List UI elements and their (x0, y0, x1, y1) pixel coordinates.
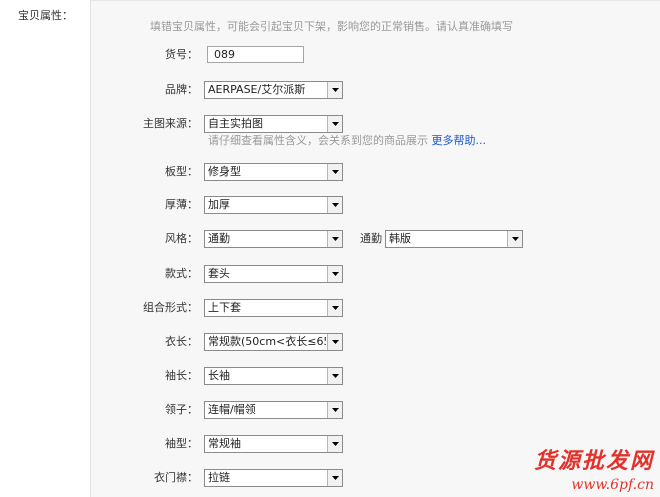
style-sub-select[interactable]: 韩版 (385, 230, 523, 248)
combination-value: 上下套 (208, 301, 241, 314)
sleeve-type-select[interactable]: 常规袖 (204, 435, 343, 453)
watermark-title: 货源批发网 (533, 448, 654, 474)
length-value: 常规款(50cm<衣长≤65cm) (208, 335, 326, 348)
chevron-down-icon (327, 116, 342, 132)
sleeve-length-select[interactable]: 长袖 (204, 367, 343, 385)
sleeve-type-value: 常规袖 (208, 437, 241, 450)
chevron-down-icon (327, 334, 342, 350)
section-label: 宝贝属性： (18, 9, 73, 22)
thickness-label: 厚薄： (165, 198, 198, 211)
fit-value: 修身型 (208, 165, 241, 178)
thickness-select[interactable]: 加厚 (204, 196, 343, 214)
chevron-down-icon (327, 300, 342, 316)
placket-label: 衣门襟： (154, 471, 198, 484)
chevron-down-icon (327, 82, 342, 98)
image-source-value: 自主实拍图 (208, 117, 263, 130)
more-help-link[interactable]: 更多帮助... (432, 134, 487, 147)
collar-select[interactable]: 连帽/帽领 (204, 401, 343, 419)
image-source-label: 主图来源： (143, 117, 198, 130)
brand-label: 品牌： (165, 83, 198, 96)
collar-label: 领子： (165, 403, 198, 416)
attributes-panel (90, 0, 660, 497)
placket-value: 拉链 (208, 471, 230, 484)
watermark: 货源批发网 www.6pf.cn (534, 443, 654, 493)
sleeve-type-label: 袖型： (165, 437, 198, 450)
chevron-down-icon (327, 436, 342, 452)
combination-select[interactable]: 上下套 (204, 299, 343, 317)
collar-value: 连帽/帽领 (208, 403, 256, 416)
thickness-value: 加厚 (208, 198, 230, 211)
brand-value: AERPASE/艾尔派斯 (208, 83, 306, 96)
watermark-url: www.6pf.cn (571, 477, 654, 493)
image-source-hint-text: 请仔细查看属性含义，会关系到您的商品展示 (208, 134, 428, 147)
chevron-down-icon (327, 402, 342, 418)
chevron-down-icon (507, 231, 522, 247)
image-source-select[interactable]: 自主实拍图 (204, 115, 343, 133)
design-select[interactable]: 套头 (204, 265, 343, 283)
placket-select[interactable]: 拉链 (204, 469, 343, 487)
style-sub-value: 韩版 (389, 232, 411, 245)
fit-label: 板型： (165, 165, 198, 178)
chevron-down-icon (327, 164, 342, 180)
length-label: 衣长： (165, 335, 198, 348)
length-select[interactable]: 常规款(50cm<衣长≤65cm) (204, 333, 343, 351)
image-source-hint: 请仔细查看属性含义，会关系到您的商品展示 更多帮助... (208, 132, 486, 148)
chevron-down-icon (327, 197, 342, 213)
design-value: 套头 (208, 267, 230, 280)
combination-label: 组合形式： (143, 301, 198, 314)
chevron-down-icon (327, 266, 342, 282)
chevron-down-icon (327, 470, 342, 486)
attributes-hint: 填错宝贝属性，可能会引起宝贝下架，影响您的正常销售。请认真准确填写 (150, 20, 513, 33)
item-no-label: 货号： (165, 48, 198, 61)
sleeve-length-value: 长袖 (208, 369, 230, 382)
chevron-down-icon (327, 368, 342, 384)
brand-select[interactable]: AERPASE/艾尔派斯 (204, 81, 343, 99)
fit-select[interactable]: 修身型 (204, 163, 343, 181)
style-sub-label: 通勤 (360, 232, 382, 245)
item-no-input[interactable] (207, 46, 304, 63)
style-label: 风格： (165, 232, 198, 245)
design-label: 款式： (165, 267, 198, 280)
sleeve-length-label: 袖长： (165, 369, 198, 382)
